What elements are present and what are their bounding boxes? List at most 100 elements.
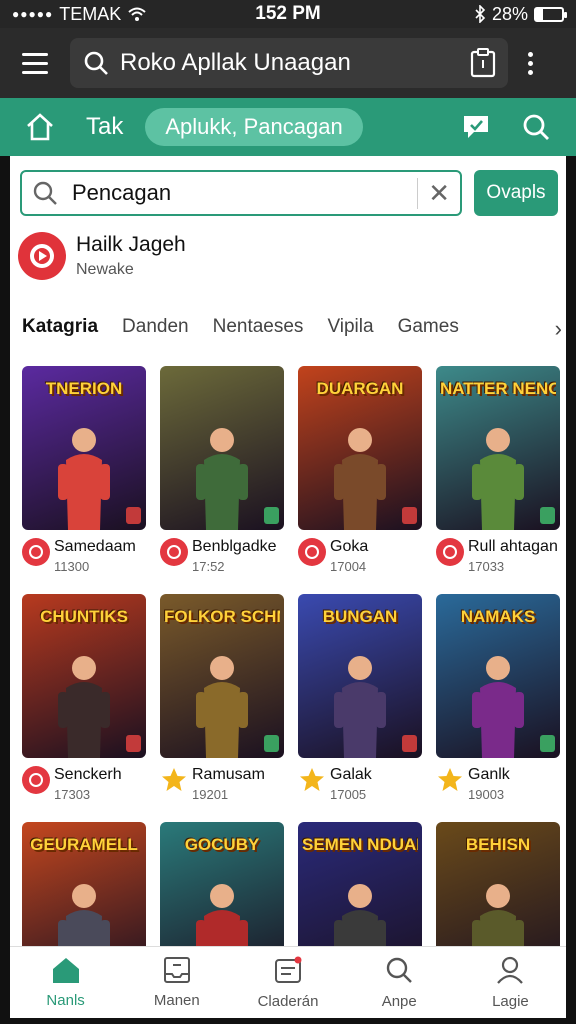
suggestion-item[interactable]: Hailk Jageh Newake (18, 232, 186, 280)
character-figure (334, 876, 386, 946)
suggestion-subtitle: Newake (76, 261, 134, 278)
game-count: 17:52 (192, 559, 225, 574)
bottom-nav-label: Lagie (492, 993, 529, 1010)
category-tab[interactable]: Danden (122, 316, 189, 338)
wifi-icon (128, 7, 146, 21)
game-card[interactable]: TNERION Samedaam 11300 (22, 366, 146, 574)
bottom-nav-label: Nanls (46, 992, 85, 1009)
inbox-icon (163, 956, 191, 992)
game-art-title: BEHISN (465, 836, 531, 854)
category-tab[interactable]: Games (398, 316, 459, 338)
game-art-title: TNERION (45, 380, 123, 398)
corner-badge-icon (264, 507, 279, 524)
character-figure (334, 648, 386, 758)
game-name: Rull ahtagan (468, 538, 558, 555)
search-button[interactable]: Ovapls (474, 170, 558, 216)
category-tabs: Katagria Danden Nentaeses Vipila Games › (22, 316, 562, 341)
game-thumbnail[interactable]: SEMEN NDUANE (298, 822, 422, 946)
game-thumbnail[interactable]: DUARGAN (298, 366, 422, 530)
game-thumbnail[interactable]: NATTER NENOSIA (436, 366, 560, 530)
corner-badge-icon (126, 507, 141, 524)
category-tab[interactable]: Vipila (327, 316, 373, 338)
search-value: Pencagan (72, 180, 172, 205)
game-card[interactable]: GOCUBY (160, 822, 284, 946)
bottom-nav-label: Claderán (257, 993, 319, 1010)
corner-badge-icon (540, 735, 555, 752)
game-thumbnail[interactable]: CHUNTIKS (22, 594, 146, 758)
bottom-nav-item[interactable]: Manen (121, 947, 232, 1018)
bottom-nav-item[interactable]: Anpe (344, 947, 455, 1018)
game-count: 19201 (192, 787, 229, 802)
search-input[interactable]: Pencagan ✕ (20, 170, 462, 216)
game-card[interactable]: SEMEN NDUANE (298, 822, 422, 946)
bottom-nav-item[interactable]: Claderán (232, 947, 343, 1018)
game-card[interactable]: FOLKOR SCHNAUR Ramusam 19201 (160, 594, 284, 802)
chat-icon[interactable] (456, 107, 496, 147)
game-card[interactable]: BUNGAN Galak 17005 (298, 594, 422, 802)
game-card[interactable]: NATTER NENOSIA Rull ahtagan 17033 (436, 366, 560, 574)
game-count: 17033 (468, 559, 505, 574)
red-circle-icon (22, 538, 50, 566)
game-card[interactable]: GEURAMELL (22, 822, 146, 946)
red-circle-icon (160, 538, 188, 566)
bottom-nav-item[interactable]: Nanls (10, 947, 121, 1018)
game-count: 17303 (54, 787, 91, 802)
game-name: Benblgadke (192, 538, 277, 555)
red-circle-icon (22, 766, 50, 794)
game-thumbnail[interactable]: BUNGAN (298, 594, 422, 758)
game-count: 17004 (330, 559, 367, 574)
more-icon[interactable] (520, 51, 540, 75)
game-card[interactable]: NAMAKS Ganlk 19003 (436, 594, 560, 802)
tab-active[interactable]: Aplukk, Pancagan (145, 108, 363, 146)
corner-badge-icon (402, 507, 417, 524)
game-name: Ramusam (192, 766, 265, 783)
game-thumbnail[interactable]: BEHISN (436, 822, 560, 946)
search-icon[interactable] (516, 107, 556, 147)
menu-icon[interactable] (16, 43, 56, 83)
game-art-title: GEURAMELL (30, 836, 138, 854)
star-icon (160, 766, 188, 794)
app-search-bar[interactable]: Roko Apllak Unaagan (70, 38, 508, 88)
category-tab[interactable]: Nentaeses (213, 316, 304, 338)
search-icon (33, 181, 57, 205)
star-icon (298, 766, 326, 794)
corner-badge-icon (540, 507, 555, 524)
game-thumbnail[interactable] (160, 366, 284, 530)
tab-tak[interactable]: Tak (86, 113, 123, 141)
game-art-title: SEMEN NDUANE (302, 836, 418, 854)
chevron-right-icon[interactable]: › (555, 316, 562, 342)
game-thumbnail[interactable]: FOLKOR SCHNAUR (160, 594, 284, 758)
main-content: Pencagan ✕ Ovapls Hailk Jageh Newake Kat… (10, 156, 566, 946)
game-art-title: GOCUBY (184, 836, 260, 854)
app-title: Roko Apllak Unaagan (120, 49, 351, 76)
close-icon[interactable]: ✕ (417, 177, 450, 209)
bottom-nav-label: Manen (153, 992, 200, 1009)
character-figure (472, 876, 524, 946)
signal-icon: ●●●●● (12, 7, 54, 21)
game-name: Senckerh (54, 766, 122, 783)
game-thumbnail[interactable]: GEURAMELL (22, 822, 146, 946)
red-circle-icon (298, 538, 326, 566)
category-tab[interactable]: Katagria (22, 316, 98, 338)
battery-icon (534, 6, 567, 22)
game-card[interactable]: Benblgadke 17:52 (160, 366, 284, 574)
game-name: Ganlk (468, 766, 510, 783)
star-icon (436, 766, 464, 794)
carrier-label: TEMAK (59, 3, 122, 24)
game-name: Goka (330, 538, 369, 555)
game-card[interactable]: BEHISN (436, 822, 560, 946)
game-thumbnail[interactable]: GOCUBY (160, 822, 284, 946)
game-art-title: DUARGAN (316, 380, 404, 398)
game-thumbnail[interactable]: TNERION (22, 366, 146, 530)
corner-badge-icon (264, 735, 279, 752)
home-icon[interactable] (20, 107, 60, 147)
game-name: Samedaam (54, 538, 136, 555)
clock: 152 PM (255, 3, 321, 24)
game-card[interactable]: DUARGAN Goka 17004 (298, 366, 422, 574)
search-row: Pencagan ✕ Ovapls (20, 170, 558, 216)
game-name: Galak (330, 766, 372, 783)
bottom-nav-item[interactable]: Lagie (455, 947, 566, 1018)
game-thumbnail[interactable]: NAMAKS (436, 594, 560, 758)
game-card[interactable]: CHUNTIKS Senckerh 17303 (22, 594, 146, 802)
clipboard-icon[interactable] (470, 48, 496, 78)
